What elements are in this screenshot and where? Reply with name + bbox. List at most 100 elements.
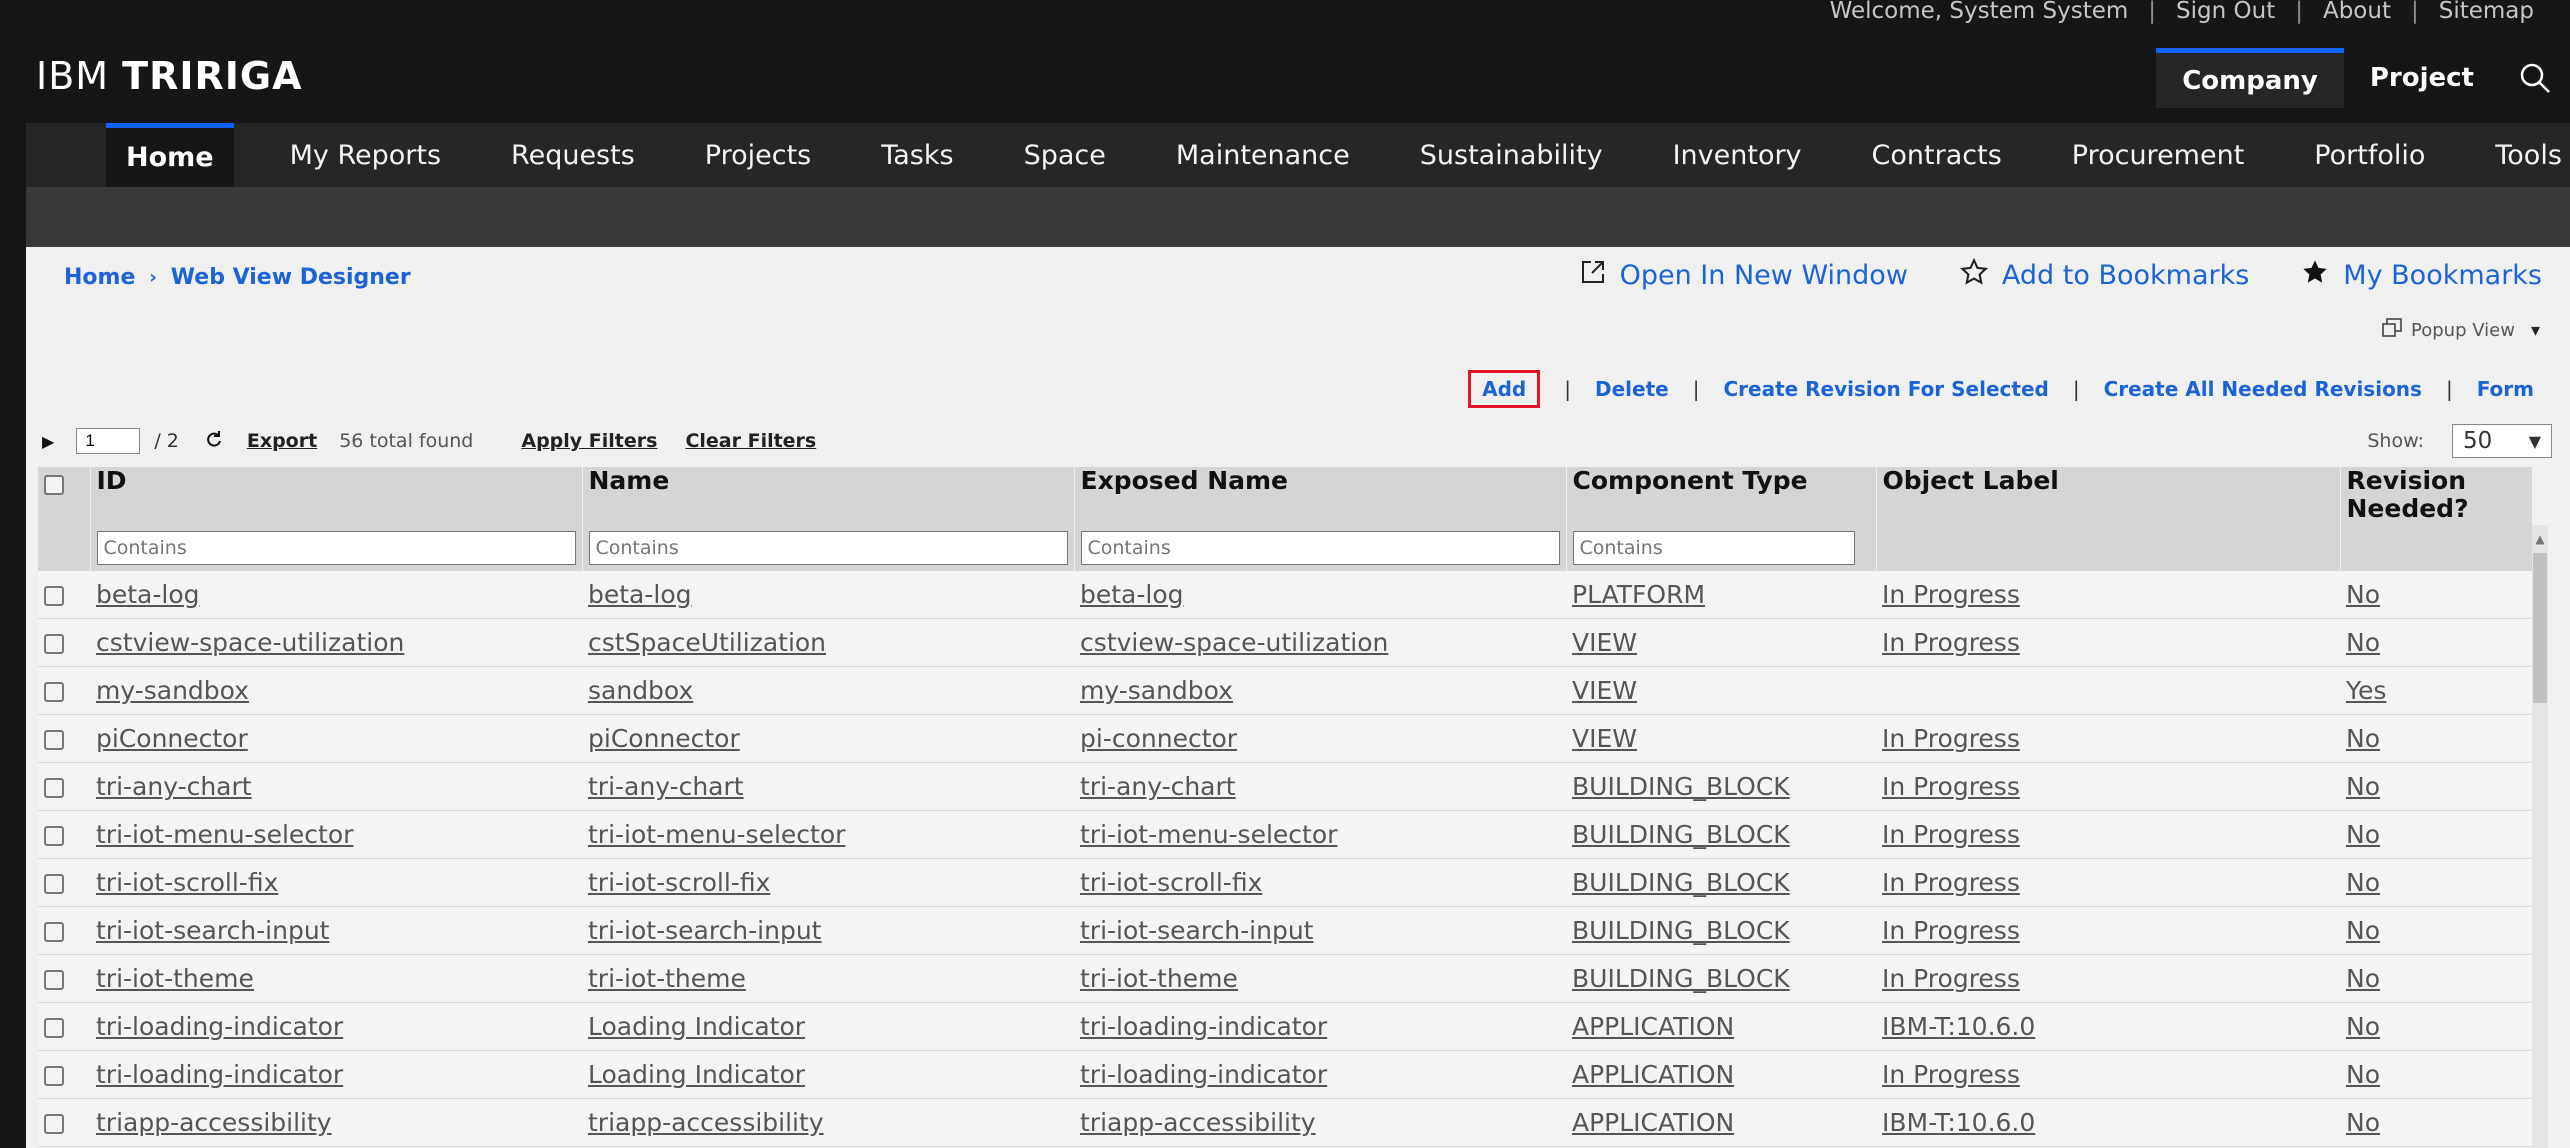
row-checkbox[interactable] [44,1066,64,1086]
popup-view-menu[interactable]: Popup View ▾ [2381,317,2540,344]
nav-item-maintenance[interactable]: Maintenance [1156,123,1370,187]
scroll-up-icon[interactable]: ▲ [2532,525,2548,553]
delete-button[interactable]: Delete [1595,377,1669,401]
about-link[interactable]: About [2323,0,2391,23]
nav-item-my-reports[interactable]: My Reports [270,123,461,187]
cell-link-id[interactable]: tri-loading-indicator [96,1012,343,1041]
column-header-exposed-name[interactable]: Exposed Name [1074,467,1567,525]
cell-link-component-type[interactable]: APPLICATION [1572,1108,1734,1137]
create-revision-selected-button[interactable]: Create Revision For Selected [1723,377,2048,401]
cell-link-exposed-name[interactable]: tri-iot-search-input [1080,916,1313,945]
cell-link-id[interactable]: piConnector [96,724,248,753]
apply-filters-link[interactable]: Apply Filters [521,430,657,452]
table-row[interactable]: tri-loading-indicator Loading Indicator tr… [38,1002,2532,1051]
row-checkbox[interactable] [44,586,64,606]
cell-link-revision-needed[interactable]: No [2346,1012,2380,1041]
cell-link-revision-needed[interactable]: No [2346,964,2380,993]
nav-item-sustainability[interactable]: Sustainability [1400,123,1623,187]
nav-item-procurement[interactable]: Procurement [2052,123,2265,187]
cell-link-object-label[interactable]: In Progress [1882,916,2020,945]
row-checkbox[interactable] [44,826,64,846]
row-checkbox[interactable] [44,1018,64,1038]
breadcrumb-home[interactable]: Home [64,265,135,290]
cell-link-revision-needed[interactable]: No [2346,724,2380,753]
cell-link-revision-needed[interactable]: No [2346,1060,2380,1089]
clear-filters-link[interactable]: Clear Filters [685,430,816,452]
nav-item-space[interactable]: Space [1004,123,1126,187]
column-header-revision-needed[interactable]: Revision Needed? [2340,467,2533,525]
cell-link-id[interactable]: beta-log [96,580,200,609]
cell-link-exposed-name[interactable]: tri-loading-indicator [1080,1012,1327,1041]
nav-item-home[interactable]: Home [106,123,234,187]
cell-link-object-label[interactable]: IBM-T:10.6.0 [1882,1012,2035,1041]
cell-link-exposed-name[interactable]: tri-any-chart [1080,772,1236,801]
cell-link-name[interactable]: triapp-accessibility [588,1108,824,1137]
breadcrumb-current[interactable]: Web View Designer [171,265,411,290]
expand-arrow-icon[interactable]: ▶ [42,432,54,451]
nav-item-requests[interactable]: Requests [491,123,655,187]
cell-link-name[interactable]: sandbox [588,676,693,705]
select-all-checkbox[interactable] [44,475,64,495]
column-header-id[interactable]: ID [90,467,583,525]
cell-link-component-type[interactable]: PLATFORM [1572,580,1705,609]
cell-link-name[interactable]: Loading Indicator [588,1012,805,1041]
row-checkbox[interactable] [44,1114,64,1134]
cell-link-name[interactable]: beta-log [588,580,692,609]
cell-link-name[interactable]: tri-iot-scroll-fix [588,868,770,897]
cell-link-component-type[interactable]: VIEW [1572,724,1637,753]
table-row[interactable]: cstview-space-utilization cstSpaceUtiliza… [38,618,2532,667]
nav-item-tasks[interactable]: Tasks [861,123,973,187]
row-checkbox[interactable] [44,922,64,942]
nav-item-portfolio[interactable]: Portfolio [2294,123,2445,187]
cell-link-id[interactable]: triapp-accessibility [96,1108,332,1137]
cell-link-component-type[interactable]: VIEW [1572,628,1637,657]
brand-logo[interactable]: IBM TRIRIGA [36,54,302,98]
cell-link-object-label[interactable]: In Progress [1882,724,2020,753]
cell-link-component-type[interactable]: BUILDING_BLOCK [1572,916,1790,945]
cell-link-id[interactable]: my-sandbox [96,676,249,705]
table-scrollbar[interactable]: ▲ [2532,525,2548,1148]
table-row[interactable]: tri-any-chart tri-any-chart tri-any-chart B… [38,762,2532,811]
cell-link-object-label[interactable]: In Progress [1882,580,2020,609]
nav-item-contracts[interactable]: Contracts [1852,123,2022,187]
cell-link-id[interactable]: tri-iot-search-input [96,916,329,945]
cell-link-id[interactable]: cstview-space-utilization [96,628,404,657]
row-checkbox[interactable] [44,730,64,750]
cell-link-name[interactable]: tri-iot-search-input [588,916,821,945]
cell-link-name[interactable]: piConnector [588,724,740,753]
search-icon[interactable] [2500,48,2570,108]
table-row[interactable]: tri-iot-menu-selector tri-iot-menu-select… [38,810,2532,859]
filter-input-id[interactable] [96,531,576,565]
cell-link-exposed-name[interactable]: tri-iot-menu-selector [1080,820,1337,849]
cell-link-name[interactable]: cstSpaceUtilization [588,628,826,657]
cell-link-id[interactable]: tri-iot-menu-selector [96,820,353,849]
cell-link-revision-needed[interactable]: No [2346,1108,2380,1137]
create-all-revisions-button[interactable]: Create All Needed Revisions [2104,377,2422,401]
tab-project[interactable]: Project [2344,48,2500,108]
cell-link-component-type[interactable]: VIEW [1572,676,1637,705]
row-checkbox[interactable] [44,682,64,702]
cell-link-id[interactable]: tri-loading-indicator [96,1060,343,1089]
column-header-object-label[interactable]: Object Label [1876,467,2341,525]
row-checkbox[interactable] [44,778,64,798]
cell-link-exposed-name[interactable]: triapp-accessibility [1080,1108,1316,1137]
cell-link-component-type[interactable]: APPLICATION [1572,1060,1734,1089]
cell-link-id[interactable]: tri-any-chart [96,772,252,801]
cell-link-object-label[interactable]: In Progress [1882,628,2020,657]
cell-link-revision-needed[interactable]: No [2346,916,2380,945]
nav-item-inventory[interactable]: Inventory [1653,123,1822,187]
cell-link-object-label[interactable]: IBM-T:10.6.0 [1882,1108,2035,1137]
filter-input-component-type[interactable] [1572,531,1855,565]
table-row[interactable]: tri-loading-indicator Loading Indicator tr… [38,1050,2532,1099]
cell-link-id[interactable]: tri-iot-scroll-fix [96,868,278,897]
cell-link-exposed-name[interactable]: pi-connector [1080,724,1237,753]
cell-link-exposed-name[interactable]: my-sandbox [1080,676,1233,705]
cell-link-revision-needed[interactable]: No [2346,868,2380,897]
cell-link-object-label[interactable]: In Progress [1882,1060,2020,1089]
table-row[interactable]: my-sandbox sandbox my-sandbox VIEW Yes [38,666,2532,715]
nav-item-projects[interactable]: Projects [685,123,831,187]
cell-link-exposed-name[interactable]: tri-iot-scroll-fix [1080,868,1262,897]
form-button[interactable]: Form [2477,377,2534,401]
cell-link-revision-needed[interactable]: No [2346,628,2380,657]
cell-link-object-label[interactable]: In Progress [1882,868,2020,897]
